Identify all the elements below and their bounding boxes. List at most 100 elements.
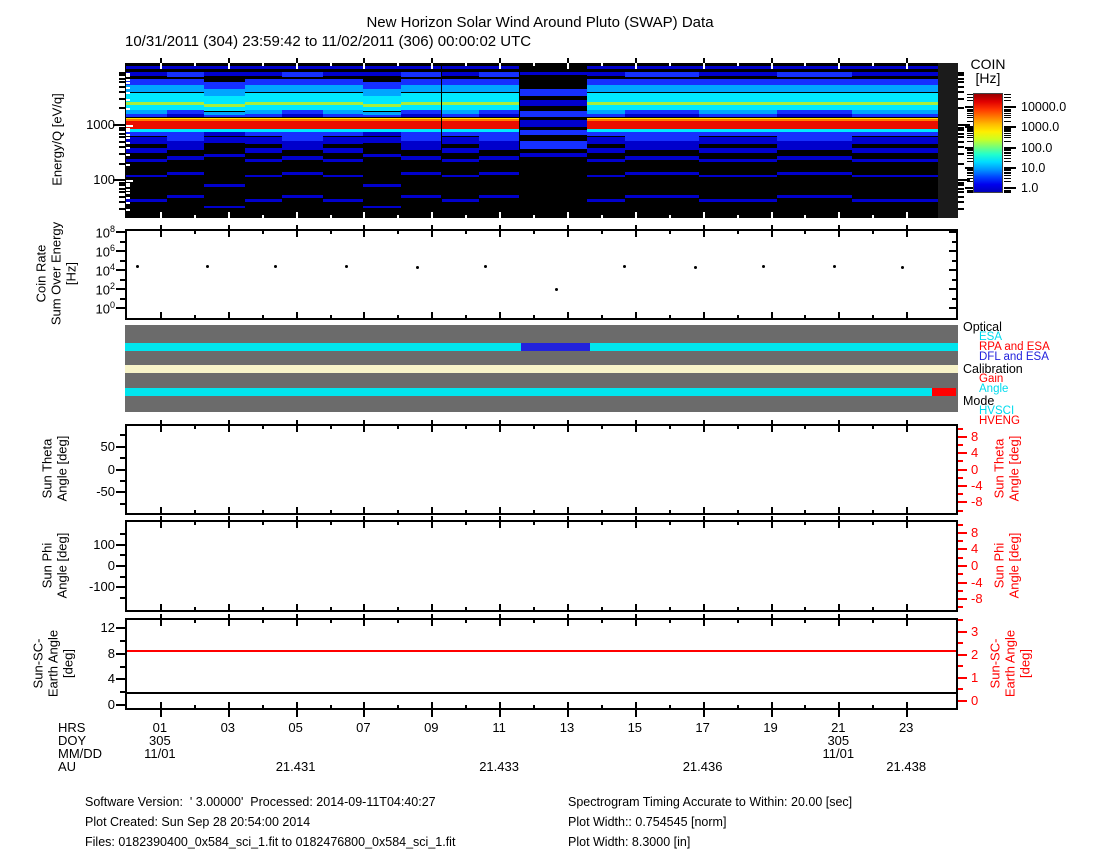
tick [119,85,125,88]
spectrogram-band [400,84,442,93]
spectrogram-band [519,140,588,149]
y-tick-label: 108 [95,224,115,241]
tick [431,620,434,626]
spectrogram-band [699,148,778,153]
tick [120,554,125,557]
tick [958,665,963,668]
tick [261,426,264,429]
tick [736,705,739,708]
tick [770,312,773,318]
tick [906,63,909,69]
spectrogram-band [400,121,442,129]
tick [119,136,125,139]
au-value: 21.438 [886,759,927,774]
tick [295,710,298,717]
spectrogram-band [363,205,401,209]
tick [465,607,468,610]
tick [499,63,502,69]
tick [159,225,162,229]
spectrogram-band [204,154,245,158]
spectrogram-band [777,132,852,142]
au-row-label: AU [58,759,77,774]
spectrogram-band [587,84,625,93]
tick [116,231,125,233]
spectrogram-band [244,71,282,77]
spectrogram-band [204,121,245,129]
tick [499,702,502,708]
tick [1004,157,1011,159]
spectrogram-band [322,121,364,129]
tick [958,162,964,165]
spectrogram-band [441,121,479,129]
tick [1004,151,1011,153]
tick [295,212,298,218]
spectrogram-band [166,171,204,175]
tick [736,63,739,66]
tick [967,177,973,179]
tick [1004,181,1011,183]
hour-label: 23 [898,720,914,735]
tick [533,231,535,234]
tick [600,215,603,218]
spectrogram-band [441,174,479,178]
tick [958,207,964,210]
tick [126,137,130,140]
spectrogram-band [204,88,245,97]
tick [227,212,230,218]
coin-rate-point [555,287,559,291]
tick [958,501,967,504]
tick [967,117,973,119]
tick [600,705,603,708]
spectrogram-band [322,174,364,178]
spectrogram-band [204,66,245,70]
y-tick-label: -4 [971,574,983,590]
y-tick-label: 1000 [86,117,115,132]
tick [119,107,125,110]
tick [872,607,875,610]
spectrogram-band [851,174,938,178]
tick [126,201,130,204]
tick [227,420,230,424]
tick [159,426,162,432]
spectrogram-band [624,92,700,102]
tick [952,278,956,281]
y-tick-label: 104 [95,262,115,279]
tick [397,63,400,66]
tick [702,702,705,708]
tick [567,614,569,618]
tick [770,63,773,69]
tick [967,132,973,134]
tick [295,63,298,69]
tick [736,315,739,318]
tick [431,522,434,528]
spectrogram-band [400,92,442,102]
tick [431,614,434,618]
tick [1004,177,1011,179]
spectrogram-band [126,148,167,153]
tick [499,710,502,717]
tick [533,510,535,513]
tick [958,509,963,512]
spectrogram-band [624,141,700,150]
tick [958,452,967,455]
tick [1004,149,1011,150]
spectrogram-band [244,113,282,117]
tick [634,507,637,513]
spectrogram-band [126,159,167,163]
tick [295,620,298,626]
spectrogram-band [166,156,204,160]
tick [958,642,963,645]
tick [261,705,264,708]
tick [116,565,125,567]
tick [958,191,964,194]
sun-phi-y-label-1: Sun Phi [39,542,55,589]
tick [567,312,569,318]
spectrogram-band [363,88,401,97]
tick [116,703,125,706]
tick [159,212,162,218]
plot-width-norm-line: Plot Width:: 0.754545 [norm] [568,815,727,829]
tick [119,97,125,100]
spectrogram-band [363,136,401,143]
tick [967,169,973,171]
tick [770,231,773,237]
